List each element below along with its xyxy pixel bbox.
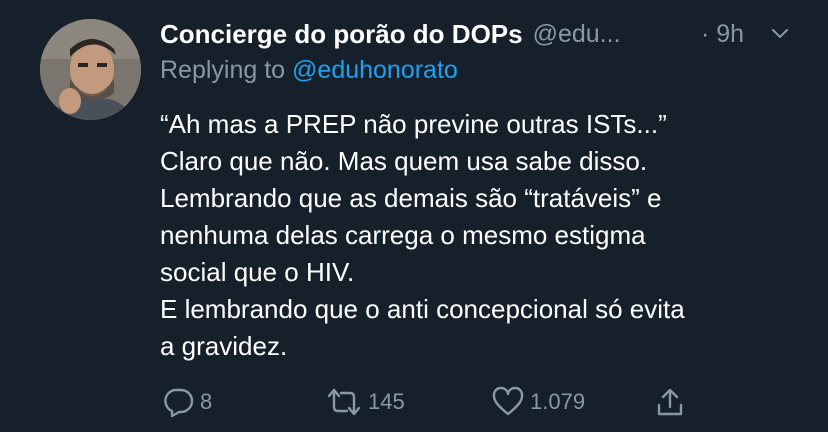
reply-count: 8: [200, 389, 213, 414]
reply-prefix: Replying to: [160, 56, 286, 84]
avatar[interactable]: [40, 19, 141, 120]
like-count: 1.079: [530, 389, 586, 414]
reply-mention-link[interactable]: @eduhonorato: [292, 56, 458, 84]
tweet-time[interactable]: · 9h: [701, 20, 744, 49]
tweet-text-line: nenhuma delas carrega o mesmo estigma: [160, 220, 646, 250]
tweet-text: “Ah mas a PREP não previne outras ISTs..…: [160, 106, 800, 365]
tweet-actions: 8 145 1.079: [0, 384, 828, 420]
user-handle[interactable]: @edu...: [533, 20, 621, 49]
chevron-down-icon[interactable]: [770, 24, 790, 44]
share-button[interactable]: [654, 384, 686, 420]
reply-icon: [164, 388, 194, 418]
tweet-text-line: “Ah mas a PREP não previne outras ISTs..…: [160, 109, 667, 139]
reply-context: Replying to @eduhonorato: [160, 56, 458, 85]
retweet-count: 145: [368, 389, 405, 414]
share-icon: [657, 388, 683, 416]
tweet-text-line: a gravidez.: [160, 331, 288, 361]
retweet-button[interactable]: 145: [326, 384, 405, 420]
like-icon: [492, 386, 524, 416]
retweet-icon: [327, 388, 361, 416]
tweet-text-line: Claro que não. Mas quem usa sabe disso.: [160, 146, 648, 176]
tweet-text-line: social que o HIV.: [160, 257, 355, 287]
tweet-text-line: Lembrando que as demais são “tratáveis” …: [160, 183, 662, 213]
tweet-header: Concierge do porão do DOPs @edu... · 9h: [160, 16, 800, 52]
tweet[interactable]: Concierge do porão do DOPs @edu... · 9h …: [0, 0, 828, 432]
tweet-text-line: E lembrando que o anti concepcional só e…: [160, 294, 685, 324]
reply-button[interactable]: 8: [162, 384, 212, 420]
like-button[interactable]: 1.079: [492, 384, 585, 420]
display-name[interactable]: Concierge do porão do DOPs: [160, 19, 523, 50]
